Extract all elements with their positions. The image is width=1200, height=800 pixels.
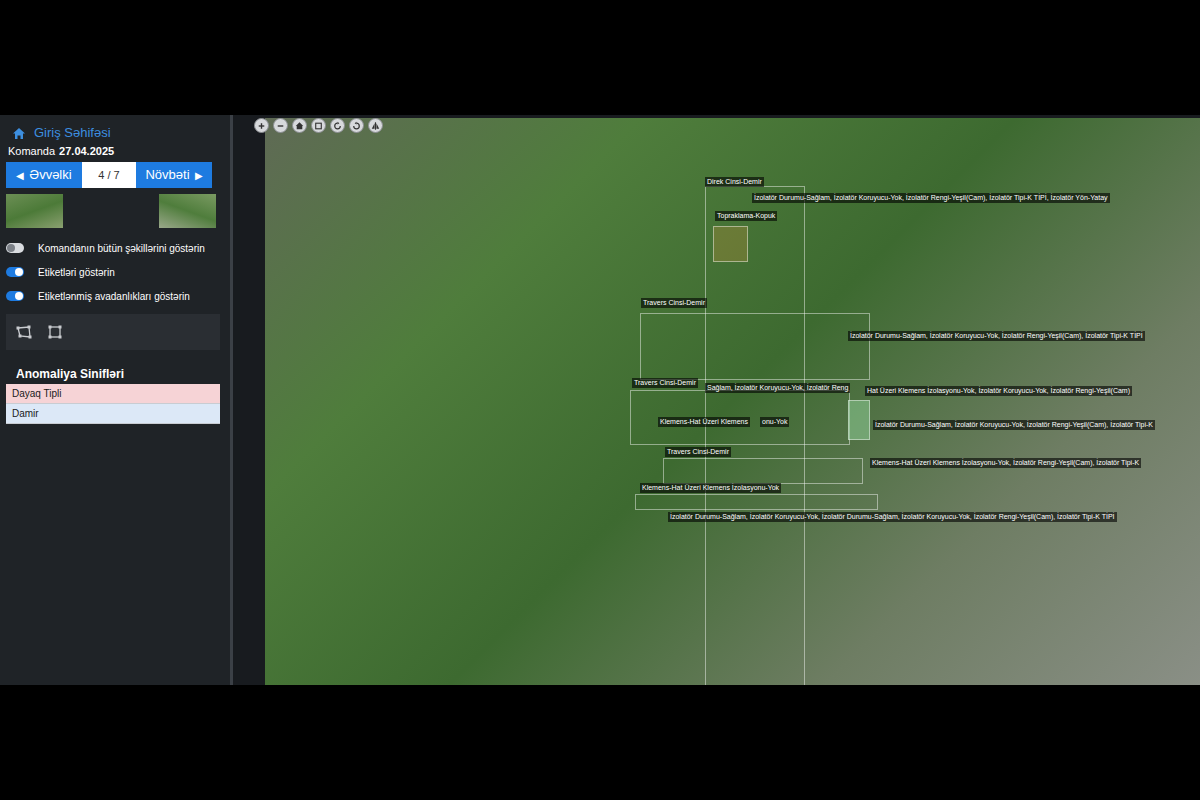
home-icon — [12, 127, 26, 140]
team-label: Komanda — [8, 144, 55, 158]
annotation-label[interactable]: Klemens-Hat Üzeri Klemens İzolasyonu-Yok… — [870, 458, 1141, 468]
toggle-knob — [7, 244, 15, 252]
annotation-label[interactable]: Klemens-Hat Üzeri Klemens İzolasyonu-Yok — [640, 483, 781, 493]
annotation-label[interactable]: Hat Üzeri Klemens İzolasyonu-Yok, İzolat… — [865, 386, 1132, 396]
toggle-switch[interactable] — [6, 291, 24, 301]
annotation-box[interactable] — [635, 494, 878, 510]
toggle-row[interactable]: Etiketlənmiş avadanlıkları göstərin — [0, 284, 230, 308]
fullscreen-icon — [312, 119, 325, 133]
home-icon — [293, 119, 306, 133]
annotation-box[interactable] — [848, 400, 870, 440]
team-date: Komanda 27.04.2025 — [0, 141, 230, 158]
annotation-label[interactable]: İzolatör Durumu-Sağlam, İzolatör Koruyuc… — [873, 420, 1155, 430]
annotation-label[interactable]: Travers Cinsi-Demir — [632, 378, 698, 388]
anomaly-title: Anomaliya Sinifləri — [0, 366, 230, 382]
next-arrow-icon[interactable]: ▶ — [195, 168, 203, 183]
toggle-knob — [15, 292, 23, 300]
rotate-right-button[interactable] — [349, 118, 364, 133]
viewer-toolbar — [254, 118, 383, 133]
annotation-label[interactable]: İzolatör Durumu-Sağlam, İzolatör Koruyuc… — [752, 193, 1110, 203]
previous-arrow-icon[interactable]: ◀ — [16, 168, 24, 183]
rotate-left-button[interactable] — [330, 118, 345, 133]
rectangle-tool[interactable] — [48, 325, 62, 339]
home-link-text[interactable]: Giriş Səhifəsi — [34, 125, 111, 141]
toggle-switch[interactable] — [6, 243, 24, 253]
annotation-label[interactable]: Travers Cinsi-Demir — [665, 447, 731, 457]
anomaly-class-item[interactable]: Dayaq Tipli — [6, 384, 220, 404]
image-viewer: Direk Cinsi-Demir İzolatör Durumu-Sağlam,… — [233, 115, 1200, 685]
annotation-box[interactable] — [713, 226, 748, 262]
toggle-label[interactable]: Etiketlənmiş avadanlıkları göstərin — [38, 290, 190, 303]
annotation-label[interactable]: Topraklama-Kopuk — [715, 211, 777, 221]
toggle-knob — [15, 268, 23, 276]
inspection-photo[interactable]: Direk Cinsi-Demir İzolatör Durumu-Sağlam,… — [265, 118, 1200, 685]
toggle-switch[interactable] — [6, 267, 24, 277]
rectangle-icon — [48, 325, 62, 339]
anomaly-class-list: Dayaq Tipli Damir — [6, 384, 220, 424]
team-date-value: 27.04.2025 — [59, 144, 114, 158]
image-counter-text: 4 / 7 — [98, 167, 119, 184]
annotation-label[interactable]: Klemens-Hat Üzeri Klemens — [658, 417, 750, 427]
zoom-in-button[interactable] — [254, 118, 269, 133]
annotation-box[interactable] — [663, 458, 863, 484]
anomaly-class-label[interactable]: Dayaq Tipli — [12, 387, 61, 400]
next-button[interactable]: Növbəti ▶ — [136, 162, 212, 188]
toggle-row[interactable]: Etiketləri göstərin — [0, 260, 230, 284]
flip-icon — [369, 119, 382, 133]
home-link[interactable]: Giriş Səhifəsi — [0, 115, 230, 141]
previous-button[interactable]: ◀ Əvvəlki — [6, 162, 82, 188]
anomaly-class-item[interactable]: Damir — [6, 404, 220, 424]
anomaly-class-label[interactable]: Damir — [12, 407, 39, 420]
sidebar: Giriş Səhifəsi Komanda 27.04.2025 ◀ Əvvəlki 4… — [0, 115, 230, 685]
thumbnails — [6, 194, 216, 228]
annotation-label[interactable]: Travers Cinsi-Demir — [641, 298, 707, 308]
zoom-in-icon — [255, 119, 268, 133]
next-label[interactable]: Növbəti — [145, 165, 189, 185]
polygon-icon — [16, 325, 32, 339]
polygon-tool[interactable] — [16, 325, 32, 339]
zoom-out-button[interactable] — [273, 118, 288, 133]
annotation-label[interactable]: İzolatör Durumu-Sağlam, İzolatör Koruyuc… — [668, 512, 1117, 522]
annotation-box[interactable] — [640, 313, 870, 380]
annotation-label[interactable]: İzolatör Durumu-Sağlam, İzolatör Koruyuc… — [848, 331, 1145, 341]
rotate-right-icon — [350, 119, 363, 133]
annotation-label[interactable]: Sağlam, İzolatör Koruyucu-Yok, İzolatör … — [705, 383, 850, 393]
zoom-out-icon — [274, 119, 287, 133]
image-counter: 4 / 7 — [82, 162, 136, 188]
toggle-list: Komandanın bütün şəkillərini göstərin Eti… — [0, 236, 230, 308]
previous-thumbnail[interactable] — [6, 194, 63, 228]
toggle-label[interactable]: Komandanın bütün şəkillərini göstərin — [38, 242, 205, 255]
drawing-tools — [6, 314, 220, 350]
toggle-label[interactable]: Etiketləri göstərin — [38, 266, 115, 279]
image-navigation: ◀ Əvvəlki 4 / 7 Növbəti ▶ — [6, 162, 212, 188]
annotation-label[interactable]: Direk Cinsi-Demir — [705, 177, 764, 187]
previous-label[interactable]: Əvvəlki — [29, 165, 71, 185]
fullscreen-button[interactable] — [311, 118, 326, 133]
flip-button[interactable] — [368, 118, 383, 133]
annotation-label[interactable]: onu-Yok — [760, 417, 789, 427]
next-thumbnail[interactable] — [159, 194, 216, 228]
toggle-row[interactable]: Komandanın bütün şəkillərini göstərin — [0, 236, 230, 260]
home-button[interactable] — [292, 118, 307, 133]
rotate-left-icon — [331, 119, 344, 133]
